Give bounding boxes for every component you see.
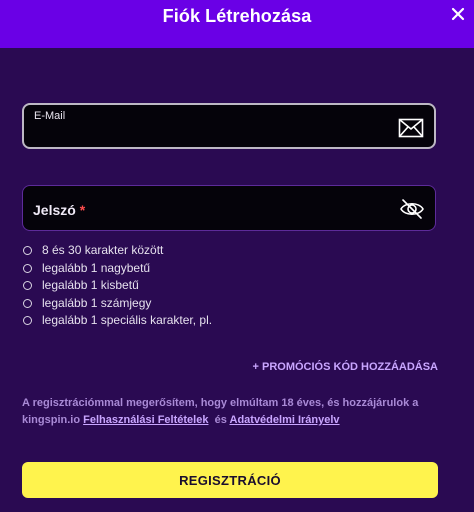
add-promo-code-link[interactable]: + PROMÓCIÓS KÓD HOZZÁADÁSA bbox=[253, 361, 438, 373]
eye-off-icon[interactable] bbox=[399, 197, 425, 221]
modal-header: Fiók Létrehozása bbox=[0, 0, 474, 48]
modal-title: Fiók Létrehozása bbox=[162, 6, 312, 26]
consent-text: A regisztrációmmal megerősítem, hogy elm… bbox=[22, 395, 442, 429]
email-label: E-Mail bbox=[34, 110, 66, 122]
password-rule: 8 és 30 karakter között bbox=[22, 242, 212, 260]
password-rule: legalább 1 kisbetű bbox=[22, 277, 212, 295]
password-field[interactable]: Jelszó * bbox=[22, 185, 436, 231]
password-rule: legalább 1 nagybetű bbox=[22, 260, 212, 278]
privacy-link[interactable]: Adatvédelmi Irányelv bbox=[230, 414, 340, 426]
register-button[interactable]: REGISZTRÁCIÓ bbox=[22, 462, 438, 498]
terms-link[interactable]: Felhasználási Feltételek bbox=[83, 414, 208, 426]
close-icon[interactable] bbox=[448, 4, 468, 24]
email-field[interactable]: E-Mail bbox=[22, 103, 436, 149]
consent-conjunction: és bbox=[214, 414, 227, 426]
password-rules-list: 8 és 30 karakter között legalább 1 nagyb… bbox=[22, 242, 212, 330]
password-rule: legalább 1 számjegy bbox=[22, 295, 212, 313]
password-label: Jelszó * bbox=[33, 202, 86, 218]
envelope-icon bbox=[398, 118, 424, 138]
password-rule: legalább 1 speciális karakter, pl. bbox=[22, 312, 212, 330]
required-mark: * bbox=[79, 202, 86, 218]
